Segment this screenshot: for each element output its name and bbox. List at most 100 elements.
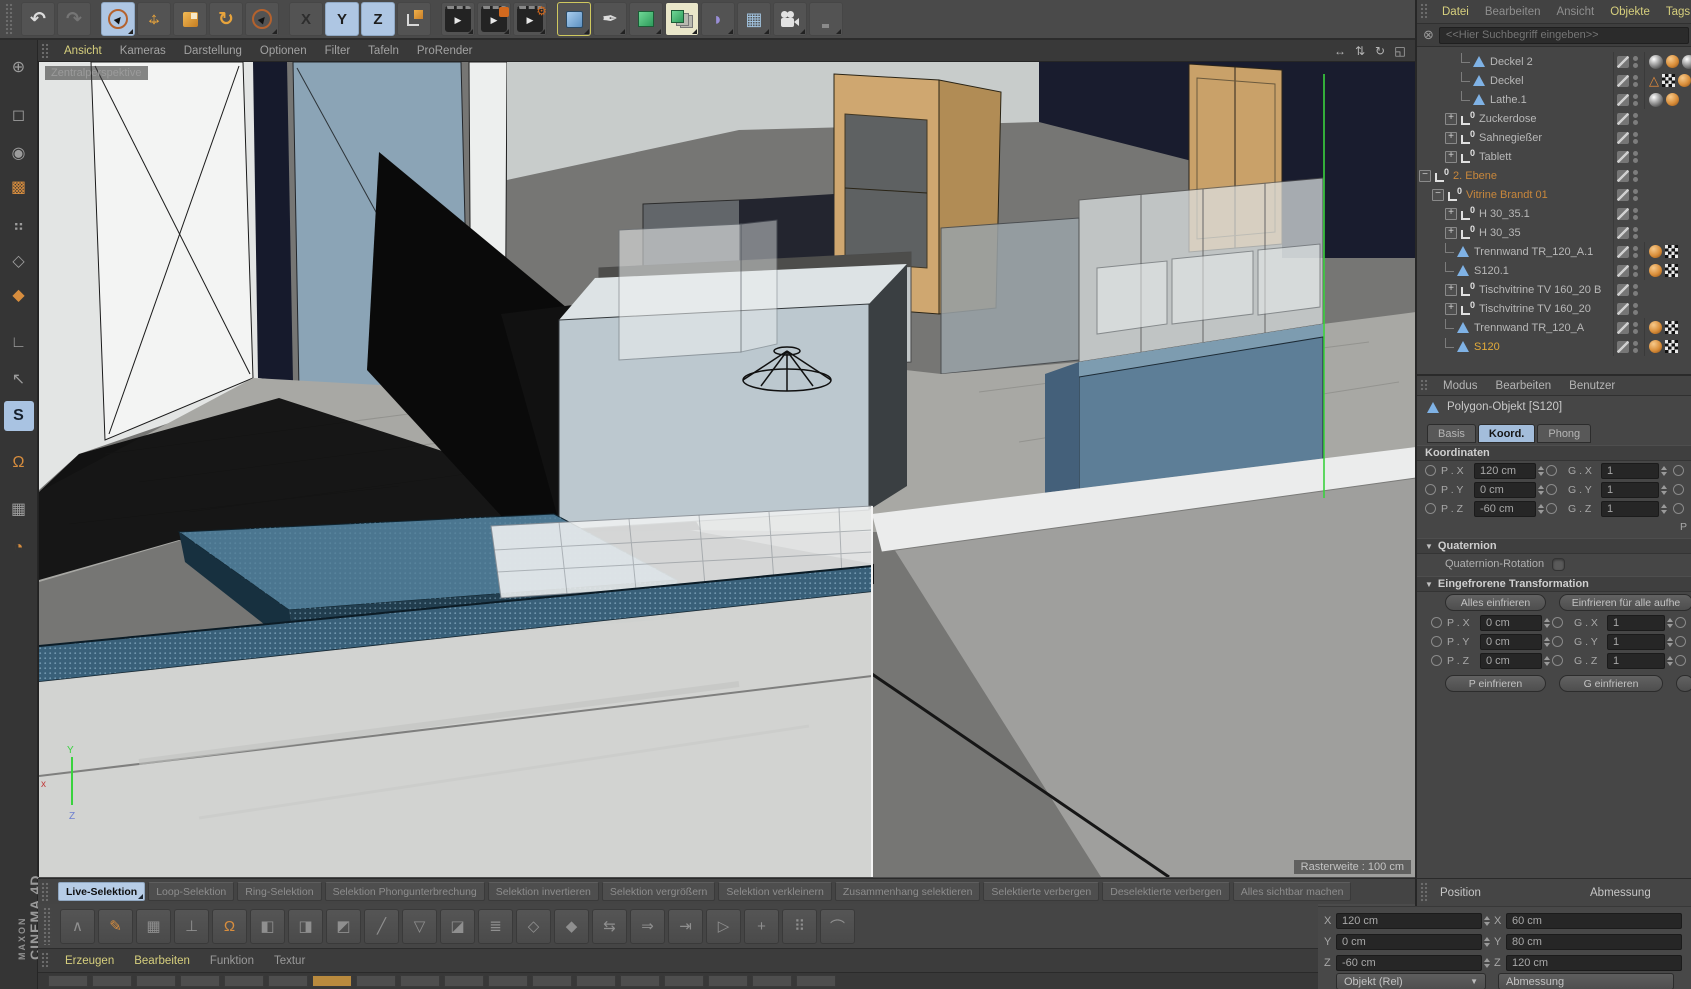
menu-optionen[interactable]: Optionen	[251, 45, 316, 57]
expand-icon[interactable]: +	[1445, 227, 1457, 239]
render-view-button[interactable]: ▶	[441, 2, 475, 36]
stepper[interactable]	[1538, 485, 1544, 495]
visibility-dots[interactable]	[1633, 56, 1638, 68]
edit-toggle-icon[interactable]	[1617, 208, 1629, 220]
strip-tile[interactable]	[92, 975, 132, 987]
edit-toggle-icon[interactable]	[1617, 246, 1629, 258]
cut-button[interactable]	[1676, 675, 1691, 692]
strip-tile[interactable]	[532, 975, 572, 987]
scale-tool[interactable]	[173, 2, 207, 36]
strip-tile-active[interactable]	[312, 975, 352, 987]
uvw-tag-icon[interactable]	[1665, 245, 1678, 258]
keyframe-circle[interactable]	[1431, 636, 1442, 647]
edit-toggle-icon[interactable]	[1617, 94, 1629, 106]
edges-mode-icon[interactable]: ◇	[4, 246, 34, 276]
loop-selektion-button[interactable]: Loop-Selektion	[148, 882, 234, 901]
visibility-dots[interactable]	[1633, 246, 1638, 258]
phong-tag-icon[interactable]: △	[1649, 74, 1659, 87]
keyframe-circle[interactable]	[1673, 503, 1684, 514]
edit-toggle-icon[interactable]	[1617, 284, 1629, 296]
alles-einfrieren-button[interactable]: Alles einfrieren	[1445, 594, 1546, 611]
modeling-tool-icon-5[interactable]: ◧	[250, 909, 285, 944]
expand-icon[interactable]: +	[1445, 113, 1457, 125]
tree-row-2-ebene[interactable]: − 0 2. Ebene	[1417, 166, 1691, 185]
stepper[interactable]	[1484, 958, 1492, 968]
position-mode-dropdown[interactable]: Objekt (Rel) ▼	[1336, 973, 1486, 989]
menu-tags[interactable]: Tags	[1658, 6, 1691, 18]
keyframe-circle[interactable]	[1546, 484, 1557, 495]
edit-toggle-icon[interactable]	[1617, 151, 1629, 163]
uvw-tag-icon[interactable]	[1665, 264, 1678, 277]
modeling-tool-icon-17[interactable]: ▷	[706, 909, 741, 944]
points-mode-icon[interactable]: ⠶	[4, 211, 34, 241]
move-tool[interactable]: ↔↕	[137, 2, 171, 36]
visibility-dots[interactable]	[1633, 170, 1638, 182]
tree-row-sahnegiesser[interactable]: + 0 Sahnegießer	[1417, 128, 1691, 147]
keyframe-circle[interactable]	[1673, 484, 1684, 495]
texture-tag-icon[interactable]	[1666, 93, 1679, 106]
p-einfrieren-button[interactable]: P einfrieren	[1445, 675, 1546, 692]
frozen-py-field[interactable]: 0 cm	[1480, 634, 1542, 650]
strip-tile[interactable]	[356, 975, 396, 987]
tree-row-h-30-35-1[interactable]: + 0 H 30_35.1	[1417, 204, 1691, 223]
keyframe-circle[interactable]	[1425, 503, 1436, 514]
workplane-paint-icon[interactable]: ▩	[4, 172, 34, 202]
add-cube-button[interactable]	[557, 2, 591, 36]
modeling-tool-icon-8[interactable]: ╱	[364, 909, 399, 944]
menu-datei[interactable]: Datei	[1434, 6, 1477, 18]
texture-tag-icon[interactable]	[1649, 340, 1662, 353]
visibility-dots[interactable]	[1633, 94, 1638, 106]
model-mode-icon[interactable]: ◻	[4, 100, 34, 130]
frozen-gy-field[interactable]: 1	[1607, 634, 1665, 650]
modeling-tool-icon-18[interactable]: +	[744, 909, 779, 944]
lock-x-axis-button[interactable]: X	[289, 2, 323, 36]
selektion-verkleinern-button[interactable]: Selektion verkleinern	[718, 882, 831, 901]
stepper[interactable]	[1544, 618, 1550, 628]
gz-field[interactable]: 1	[1601, 501, 1659, 517]
keyframe-circle[interactable]	[1431, 617, 1442, 628]
dim-y-field[interactable]: 80 cm	[1506, 934, 1682, 950]
render-region-button[interactable]: ▶	[477, 2, 511, 36]
add-modifier-button[interactable]	[665, 2, 699, 36]
texture-tag-icon[interactable]	[1649, 245, 1662, 258]
keyframe-circle[interactable]	[1552, 636, 1563, 647]
modeling-tool-icon-3[interactable]: ⊥	[174, 909, 209, 944]
live-selektion-button[interactable]: Live-Selektion	[58, 882, 145, 901]
add-camera-button[interactable]	[773, 2, 807, 36]
modeling-tool-icon-2[interactable]: ▦	[136, 909, 171, 944]
edit-toggle-icon[interactable]	[1617, 341, 1629, 353]
world-mode-icon[interactable]: ⊕	[4, 52, 34, 82]
dim-z-field[interactable]: 120 cm	[1506, 955, 1682, 971]
axis-mode-icon[interactable]: ∟	[4, 328, 34, 358]
edit-toggle-icon[interactable]	[1617, 303, 1629, 315]
menu-om-ansicht[interactable]: Ansicht	[1548, 6, 1602, 18]
viewport-maximize-icon[interactable]: ◱	[1393, 44, 1407, 58]
dimension-mode-dropdown[interactable]: Abmessung	[1498, 973, 1674, 989]
viewport-canvas[interactable]: Zentralperspektive Rasterweite : 100 cm …	[38, 62, 1415, 877]
stepper[interactable]	[1661, 504, 1667, 514]
tree-row-tischvitrine-tv-160-20-b[interactable]: + 0 Tischvitrine TV 160_20 B	[1417, 280, 1691, 299]
uvw-tag-icon[interactable]	[1662, 74, 1675, 87]
uvw-tag-icon[interactable]	[1665, 340, 1678, 353]
strip-tile[interactable]	[444, 975, 484, 987]
modeling-tool-icon-13[interactable]: ◆	[554, 909, 589, 944]
edit-toggle-icon[interactable]	[1617, 322, 1629, 334]
py-field[interactable]: 0 cm	[1474, 482, 1536, 498]
pos-y-field[interactable]: 0 cm	[1336, 934, 1482, 950]
strip-tile[interactable]	[488, 975, 528, 987]
visibility-dots[interactable]	[1633, 151, 1638, 163]
frozen-gz-field[interactable]: 1	[1607, 653, 1665, 669]
menu-textur[interactable]: Textur	[264, 955, 315, 967]
dim-x-field[interactable]: 60 cm	[1506, 913, 1682, 929]
add-deformer-button[interactable]: ◗	[701, 2, 735, 36]
menu-benutzer[interactable]: Benutzer	[1560, 380, 1624, 392]
add-spline-button[interactable]: ✒	[593, 2, 627, 36]
material-tag-icon[interactable]	[1649, 93, 1663, 107]
keyframe-circle[interactable]	[1673, 465, 1684, 476]
lock-y-axis-button[interactable]: Y	[325, 2, 359, 36]
menu-kameras[interactable]: Kameras	[111, 45, 175, 57]
strip-tile[interactable]	[400, 975, 440, 987]
menu-funktion[interactable]: Funktion	[200, 955, 264, 967]
stepper[interactable]	[1667, 618, 1673, 628]
tree-row-deckel[interactable]: Deckel △	[1417, 71, 1691, 90]
